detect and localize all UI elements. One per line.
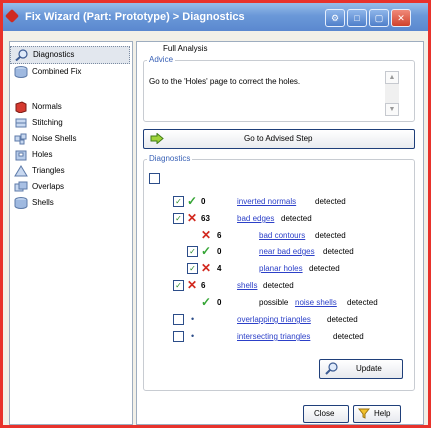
diag-row-inverted-normals: ✓ ✓ 0 inverted normals detected xyxy=(137,195,421,209)
help-funnel-icon xyxy=(358,408,370,419)
sidebar-item-holes[interactable]: Holes xyxy=(10,147,130,163)
row-link[interactable]: planar holes xyxy=(259,264,303,273)
close-window-icon[interactable]: ✕ xyxy=(391,9,411,27)
row-suffix: detected xyxy=(315,197,346,206)
advice-group xyxy=(143,60,415,122)
title-bar: Fix Wizard (Part: Prototype) > Diagnosti… xyxy=(3,3,428,31)
row-link[interactable]: inverted normals xyxy=(237,197,296,206)
row-checkbox[interactable] xyxy=(173,314,184,325)
row-count: 6 xyxy=(201,281,206,290)
sidebar-item-noise-shells[interactable]: Noise Shells xyxy=(10,131,130,147)
row-prefix: possible xyxy=(259,298,289,307)
row-link[interactable]: bad contours xyxy=(259,231,305,240)
noise-shells-icon xyxy=(14,133,27,145)
arrow-right-icon xyxy=(150,133,164,144)
full-analysis-checkbox[interactable] xyxy=(149,173,160,184)
diag-row-intersecting-triangles: • intersecting triangles detected xyxy=(137,330,421,344)
overlaps-icon xyxy=(14,181,28,192)
update-button[interactable]: Update xyxy=(319,359,403,379)
scroll-up-icon[interactable]: ▲ xyxy=(385,71,399,84)
options-icon[interactable]: ⚙ xyxy=(325,9,345,27)
row-count: 4 xyxy=(217,264,222,273)
holes-icon xyxy=(15,150,27,161)
app-icon xyxy=(4,8,20,24)
row-link[interactable]: near bad edges xyxy=(259,247,315,256)
row-checkbox[interactable]: ✓ xyxy=(173,213,184,224)
sidebar-item-overlaps[interactable]: Overlaps xyxy=(10,179,130,195)
row-count: 0 xyxy=(201,197,206,206)
diagnostics-group-title: Diagnostics xyxy=(147,154,193,163)
sidebar-item-triangles[interactable]: Triangles xyxy=(10,163,130,179)
row-checkbox[interactable]: ✓ xyxy=(173,196,184,207)
help-label: Help xyxy=(374,409,391,418)
go-to-advised-step-button[interactable]: Go to Advised Step xyxy=(143,129,415,149)
triangles-icon xyxy=(14,165,28,177)
sidebar-item-diagnostics[interactable]: Diagnostics xyxy=(10,46,130,64)
row-suffix: detected xyxy=(327,315,358,324)
row-checkbox[interactable] xyxy=(173,331,184,342)
main-panel: Advice Go to the 'Holes' page to correct… xyxy=(136,41,424,425)
diag-row-noise-shells: ✓ 0 possible noise shells detected xyxy=(137,296,421,310)
shells-icon xyxy=(14,197,28,209)
row-suffix: detected xyxy=(347,298,378,307)
row-count: 6 xyxy=(217,231,222,240)
row-link[interactable]: bad edges xyxy=(237,214,274,223)
advice-text: Go to the 'Holes' page to correct the ho… xyxy=(149,77,301,86)
diag-row-bad-contours: ✕ 6 bad contours detected xyxy=(137,229,421,243)
row-checkbox[interactable]: ✓ xyxy=(187,263,198,274)
close-label: Close xyxy=(314,409,335,418)
diag-row-shells: ✓ ✕ 6 shells detected xyxy=(137,279,421,293)
diag-row-overlapping-triangles: • overlapping triangles detected xyxy=(137,313,421,327)
close-button[interactable]: Close xyxy=(303,405,349,423)
advice-scrollbar[interactable]: ▲ ▼ xyxy=(385,71,399,116)
diag-row-planar-holes: ✓ ✕ 4 planar holes detected xyxy=(137,262,421,276)
restore-panel-icon[interactable]: □ xyxy=(347,9,367,27)
advice-group-title: Advice xyxy=(147,55,176,64)
sidebar-item-stitching[interactable]: Stitching xyxy=(10,115,130,131)
row-count: 0 xyxy=(217,247,222,256)
row-suffix: detected xyxy=(281,214,312,223)
update-label: Update xyxy=(356,364,382,373)
sidebar-item-combined-fix[interactable]: Combined Fix xyxy=(10,64,130,80)
combined-fix-icon xyxy=(14,66,28,78)
sidebar: Diagnostics Combined Fix Normals Stitchi… xyxy=(9,41,133,425)
row-link[interactable]: shells xyxy=(237,281,257,290)
help-button[interactable]: Help xyxy=(353,405,401,423)
row-suffix: detected xyxy=(323,247,354,256)
ok-check-icon: ✓ xyxy=(201,295,212,309)
error-x-icon: ✕ xyxy=(187,278,198,292)
ok-check-icon: ✓ xyxy=(201,244,212,258)
full-analysis-label: Full Analysis xyxy=(163,44,208,53)
row-count: 0 xyxy=(217,298,222,307)
error-x-icon: ✕ xyxy=(201,261,212,275)
row-count: 63 xyxy=(201,214,210,223)
ok-check-icon: ✓ xyxy=(187,194,198,208)
row-suffix: detected xyxy=(315,231,346,240)
row-link[interactable]: overlapping triangles xyxy=(237,315,311,324)
diag-row-bad-edges: ✓ ✕ 63 bad edges detected xyxy=(137,212,421,226)
normals-icon xyxy=(15,101,27,113)
row-checkbox[interactable]: ✓ xyxy=(187,246,198,257)
stitching-icon xyxy=(15,118,27,128)
row-checkbox[interactable]: ✓ xyxy=(173,280,184,291)
unknown-dot-icon: • xyxy=(191,331,195,341)
unknown-dot-icon: • xyxy=(191,314,195,324)
row-suffix: detected xyxy=(263,281,294,290)
window-title: Fix Wizard (Part: Prototype) > Diagnosti… xyxy=(25,11,245,23)
row-suffix: detected xyxy=(333,332,364,341)
scroll-down-icon[interactable]: ▼ xyxy=(385,103,399,116)
sidebar-item-normals[interactable]: Normals xyxy=(10,99,130,115)
maximize-icon[interactable]: ▢ xyxy=(369,9,389,27)
row-link[interactable]: intersecting triangles xyxy=(237,332,310,341)
sidebar-item-shells[interactable]: Shells xyxy=(10,195,130,211)
error-x-icon: ✕ xyxy=(201,228,212,242)
magnifier-icon xyxy=(15,49,28,61)
magnifier-icon xyxy=(325,362,338,375)
error-x-icon: ✕ xyxy=(187,211,198,225)
row-suffix: detected xyxy=(309,264,340,273)
row-link[interactable]: noise shells xyxy=(295,298,337,307)
fix-wizard-window: Fix Wizard (Part: Prototype) > Diagnosti… xyxy=(3,3,428,425)
diag-row-near-bad-edges: ✓ ✓ 0 near bad edges detected xyxy=(137,245,421,259)
